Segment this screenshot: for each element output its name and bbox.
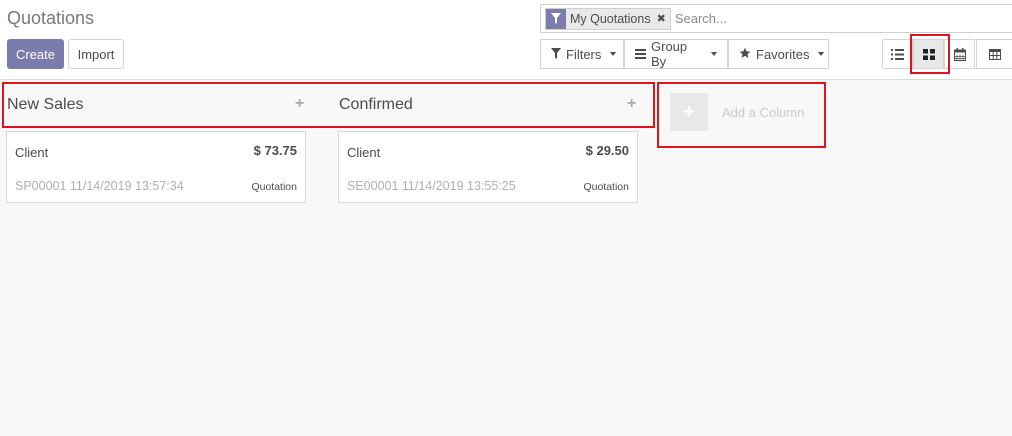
list-icon [891,48,904,60]
calendar-view-button[interactable] [944,39,975,69]
bars-icon [635,47,646,62]
create-button[interactable]: Create [7,39,64,69]
column-title-confirmed[interactable]: Confirmed [339,96,413,114]
caret-down-icon [610,52,617,56]
column-quick-create-icon[interactable]: + [295,95,304,113]
filters-dropdown[interactable]: Filters [540,39,624,69]
group-by-label: Group By [651,39,688,69]
calendar-icon [953,47,966,61]
kanban-view-button[interactable] [913,39,944,69]
kanban-card[interactable]: Client $ 73.75 SP00001 11/14/2019 13:57:… [6,131,306,203]
import-button[interactable]: Import [68,39,124,69]
add-column-label: Add a Column [722,104,805,120]
kanban-card[interactable]: Client $ 29.50 SE00001 11/14/2019 13:55:… [338,131,638,203]
column-title-new-sales[interactable]: New Sales [7,96,83,114]
card-amount: $ 29.50 [585,143,629,158]
list-view-button[interactable] [882,39,913,69]
facet-remove-icon[interactable]: ✖ [655,9,670,29]
columns-header-highlight [2,82,655,128]
add-column-button[interactable]: + Add a Column [670,93,804,131]
card-reference: SE00001 11/14/2019 13:55:25 [347,179,516,193]
card-status: Quotation [251,181,297,193]
favorites-label: Favorites [756,46,810,62]
card-reference: SP00001 11/14/2019 13:57:34 [15,179,184,193]
card-status: Quotation [583,181,629,193]
search-box: My Quotations ✖ [540,4,1012,33]
caret-down-icon [711,52,717,56]
filter-icon [546,8,566,29]
group-by-dropdown[interactable]: Group By [624,39,728,69]
card-amount: $ 73.75 [253,143,297,158]
control-panel: Quotations Create Import My Quotations ✖… [0,0,1012,80]
search-input[interactable] [674,11,975,26]
filters-label: Filters [566,46,602,62]
card-client: Client [15,145,49,160]
page-title: Quotations [7,8,95,28]
search-facet: My Quotations ✖ [545,7,671,30]
kanban-icon [922,48,935,60]
card-client: Client [347,145,381,160]
star-icon [739,47,751,62]
caret-down-icon [818,52,825,56]
plus-icon: + [670,93,708,131]
filter-icon [551,47,561,62]
column-quick-create-icon[interactable]: + [627,95,636,113]
favorites-dropdown[interactable]: Favorites [728,39,829,69]
table-icon [988,48,1001,60]
pivot-view-button[interactable] [976,39,1012,69]
facet-label: My Quotations [570,11,651,26]
